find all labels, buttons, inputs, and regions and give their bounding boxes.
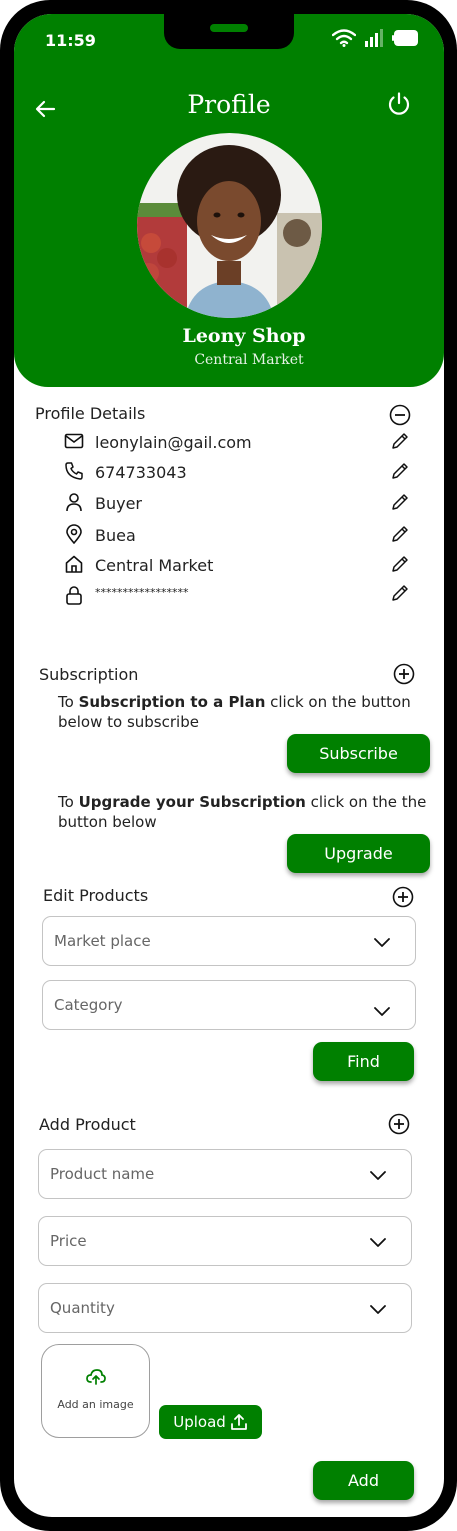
role-value: Buyer (95, 494, 143, 513)
find-button[interactable]: Find (313, 1042, 414, 1081)
location-pin-icon (66, 524, 82, 544)
pencil-icon[interactable] (390, 492, 410, 512)
password-value: ***************** (95, 586, 189, 599)
upgrade-text-bold: Upgrade your Subscription (78, 793, 306, 811)
phone-value: 674733043 (95, 463, 187, 482)
detail-row-phone: 674733043 (64, 461, 414, 485)
upgrade-instructions: To Upgrade your Subscription click on th… (58, 792, 438, 832)
price-placeholder: Price (50, 1232, 87, 1250)
upgrade-button[interactable]: Upgrade (287, 834, 430, 873)
signal-icon (365, 29, 383, 47)
detail-row-email: leonylain@gail.com (64, 431, 414, 455)
shop-name: Leony Shop (182, 325, 306, 347)
phone-frame: 11:59 Profile Leony Shop Central Market … (0, 0, 457, 1531)
detail-row-role: Buyer (64, 492, 414, 516)
phone-icon (65, 462, 83, 480)
product-name-placeholder: Product name (50, 1165, 155, 1183)
add-product-title: Add Product (39, 1115, 136, 1134)
detail-row-password: ***************** (64, 583, 414, 607)
expand-plus-icon[interactable] (388, 1113, 410, 1135)
category-placeholder: Category (54, 996, 123, 1014)
subscribe-button[interactable]: Subscribe (287, 734, 430, 773)
profile-details-title: Profile Details (35, 404, 146, 423)
market-value: Central Market (95, 556, 214, 575)
category-select[interactable]: Category (42, 980, 416, 1030)
power-icon[interactable] (386, 91, 412, 117)
subscription-title: Subscription (39, 665, 139, 684)
avatar[interactable] (137, 133, 322, 318)
notch-indicator (210, 24, 248, 32)
chevron-down-icon (374, 938, 390, 947)
upgrade-text-pre: To (58, 793, 79, 811)
market-place-placeholder: Market place (54, 932, 151, 950)
chevron-down-icon (370, 1171, 386, 1180)
pencil-icon[interactable] (390, 524, 410, 544)
status-icons (332, 29, 420, 47)
chevron-down-icon (370, 1238, 386, 1247)
home-icon (65, 555, 83, 573)
quantity-field[interactable]: Quantity (38, 1283, 412, 1333)
add-image-dropzone[interactable]: Add an image (41, 1344, 150, 1438)
product-name-field[interactable]: Product name (38, 1149, 412, 1199)
expand-plus-icon[interactable] (393, 663, 415, 685)
shop-location: Central Market (194, 352, 304, 368)
subscribe-text-bold: Subscription to a Plan (78, 693, 266, 711)
lock-icon (66, 586, 82, 605)
quantity-placeholder: Quantity (50, 1299, 115, 1317)
pencil-icon[interactable] (390, 554, 410, 574)
subscribe-instructions: To Subscription to a Plan click on the b… (58, 692, 438, 732)
camera-notch (164, 14, 294, 49)
user-icon (66, 493, 82, 512)
cloud-upload-icon (86, 1369, 106, 1385)
wifi-icon (332, 29, 356, 47)
detail-row-market: Central Market (64, 554, 414, 578)
add-image-label: Add an image (57, 1398, 134, 1411)
upload-button-label: Upload (173, 1413, 226, 1431)
upload-icon (230, 1414, 247, 1430)
pencil-icon[interactable] (390, 583, 410, 603)
pencil-icon[interactable] (390, 461, 410, 481)
chevron-down-icon (370, 1305, 386, 1314)
edit-products-title: Edit Products (43, 886, 149, 905)
profile-header: 11:59 Profile Leony Shop Central Market (14, 14, 444, 387)
subscribe-text-pre: To (58, 693, 79, 711)
email-value: leonylain@gail.com (95, 433, 252, 452)
page-title: Profile (187, 90, 271, 119)
chevron-down-icon (374, 1007, 390, 1016)
market-place-select[interactable]: Market place (42, 916, 416, 966)
status-time: 11:59 (45, 31, 96, 50)
city-value: Buea (95, 526, 136, 545)
price-field[interactable]: Price (38, 1216, 412, 1266)
mail-icon (64, 433, 84, 449)
pencil-icon[interactable] (390, 431, 410, 451)
add-button[interactable]: Add (313, 1461, 414, 1500)
collapse-minus-icon[interactable] (389, 404, 411, 426)
app-screen: 11:59 Profile Leony Shop Central Market … (14, 14, 444, 1517)
expand-plus-icon[interactable] (392, 886, 414, 908)
battery-icon (392, 30, 418, 46)
detail-row-city: Buea (64, 524, 414, 548)
upload-button[interactable]: Upload (159, 1405, 262, 1439)
